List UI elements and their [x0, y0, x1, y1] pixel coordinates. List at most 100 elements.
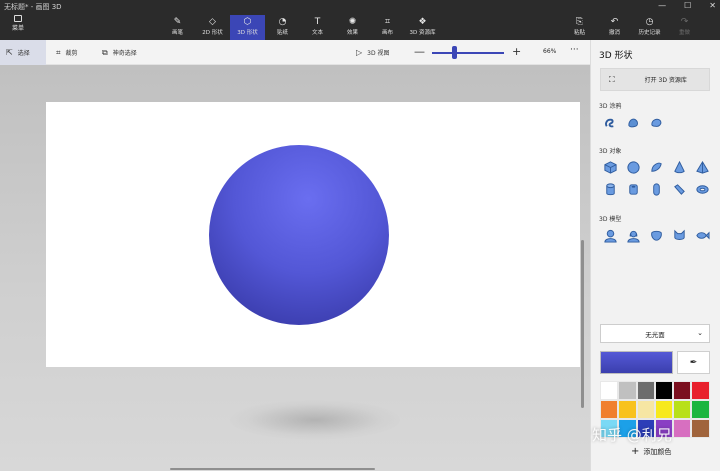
magic-select-icon: ⧉	[102, 47, 108, 57]
tool-stickers[interactable]: ◔ 贴纸	[265, 15, 300, 40]
sphere-shadow	[230, 400, 400, 440]
view-3d-label: 3D 视图	[367, 50, 390, 57]
material-dropdown[interactable]: 无光面 ⌄	[600, 324, 710, 343]
tube-doodle-icon[interactable]	[647, 113, 665, 131]
woman-model-icon[interactable]	[624, 226, 642, 244]
title-bar: 无标题* - 画图 3D — ☐ ✕ 菜单 ✎ 画笔 ◇ 2D 形状 ⬡ 3D …	[0, 0, 720, 40]
window-controls: — ☐ ✕	[658, 1, 716, 10]
cube-icon[interactable]	[601, 158, 619, 176]
menu-button[interactable]: 菜单	[6, 15, 30, 32]
color-swatch[interactable]	[654, 400, 674, 419]
sphere-icon[interactable]	[624, 158, 642, 176]
paste-icon: ⎘	[575, 17, 584, 27]
models-row	[601, 226, 711, 244]
color-swatch[interactable]	[600, 400, 619, 419]
minimize-button[interactable]: —	[658, 1, 666, 10]
soft-doodle-icon[interactable]	[624, 113, 642, 131]
color-swatch[interactable]	[618, 400, 637, 419]
menu-label: 菜单	[11, 25, 24, 32]
color-swatch[interactable]	[691, 400, 710, 419]
tool-3d-library[interactable]: ❖ 3D 资源库	[405, 15, 440, 40]
cone-icon[interactable]	[670, 158, 688, 176]
redo-icon: ↷	[680, 17, 689, 27]
add-color-button[interactable]: + 添加颜色	[631, 446, 671, 457]
objects-row-2	[601, 180, 711, 198]
tool-2d-shapes[interactable]: ◇ 2D 形状	[195, 15, 230, 40]
magic-select-button[interactable]: ⧉ 神奇选择	[96, 40, 143, 65]
open-3d-library-button[interactable]: ⛶ 打开 3D 资源库	[600, 68, 710, 91]
library-icon: ❖	[418, 17, 427, 27]
edit-toolbar: ⎘ 粘贴 ↶ 撤消 ◷ 历史记录 ↷ 重做	[562, 15, 702, 36]
color-swatch[interactable]	[673, 400, 692, 419]
color-swatch[interactable]	[673, 381, 692, 400]
color-swatch[interactable]	[636, 381, 655, 400]
select-button[interactable]: ⇱ 选择	[0, 40, 46, 65]
color-swatch[interactable]	[691, 419, 710, 438]
crop-button[interactable]: ⌗ 裁剪	[50, 40, 84, 65]
open-library-label: 打开 3D 资源库	[644, 77, 687, 84]
paste-button[interactable]: ⎘ 粘贴	[562, 15, 597, 36]
color-swatch[interactable]	[636, 400, 655, 419]
tool-label: 3D 资源库	[409, 30, 436, 36]
horizontal-scrollbar[interactable]	[170, 468, 375, 470]
tool-canvas[interactable]: ⌗ 画布	[370, 15, 405, 40]
vertical-scrollbar[interactable]	[581, 240, 584, 408]
objects-row-1	[601, 158, 711, 176]
fish-model-icon[interactable]	[693, 226, 711, 244]
view-3d-icon: ▷	[356, 48, 363, 57]
undo-label: 撤消	[608, 30, 620, 36]
objects-section-title: 3D 对象	[599, 148, 622, 155]
close-button[interactable]: ✕	[709, 1, 716, 10]
color-swatch[interactable]	[654, 381, 674, 400]
view-3d-button[interactable]: ▷ 3D 视图	[350, 40, 396, 65]
pyramid-icon[interactable]	[693, 158, 711, 176]
dog-model-icon[interactable]	[647, 226, 665, 244]
man-model-icon[interactable]	[601, 226, 619, 244]
tool-3d-shapes[interactable]: ⬡ 3D 形状	[230, 15, 265, 40]
shape-2d-icon: ◇	[209, 17, 216, 27]
current-color-swatch[interactable]	[600, 351, 673, 374]
3d-sphere-object[interactable]	[208, 144, 390, 326]
cursor-icon: ⇱	[6, 48, 13, 57]
donut-icon[interactable]	[693, 180, 711, 198]
hemisphere-icon[interactable]	[647, 158, 665, 176]
color-swatch[interactable]	[673, 419, 692, 438]
zoom-slider-thumb[interactable]	[452, 46, 457, 59]
redo-button[interactable]: ↷ 重做	[667, 15, 702, 36]
sticker-icon: ◔	[278, 17, 287, 27]
brush-icon: ✎	[173, 17, 182, 27]
zoom-slider-track[interactable]	[432, 52, 504, 54]
zoom-percentage: 66%	[543, 48, 557, 55]
shapes-panel: 3D 形状 ⛶ 打开 3D 资源库 3D 涂鸦 3D 对象 3D 模型 无光面 …	[590, 40, 720, 471]
history-button[interactable]: ◷ 历史记录	[632, 15, 667, 36]
bent-tube-icon[interactable]	[670, 180, 688, 198]
text-icon: T	[314, 17, 321, 27]
undo-button[interactable]: ↶ 撤消	[597, 15, 632, 36]
canvas-icon: ⌗	[384, 17, 391, 27]
capsule-icon[interactable]	[647, 180, 665, 198]
tool-label: 画布	[381, 30, 393, 36]
tool-label: 画笔	[171, 30, 183, 36]
maximize-button[interactable]: ☐	[684, 1, 691, 10]
sharp-doodle-icon[interactable]	[601, 113, 619, 131]
color-swatch[interactable]	[618, 381, 637, 400]
eyedropper-button[interactable]: ✒	[677, 351, 710, 374]
color-swatch[interactable]	[600, 381, 619, 400]
color-swatch[interactable]	[691, 381, 710, 400]
tool-text[interactable]: T 文本	[300, 15, 335, 40]
eyedropper-icon: ✒	[689, 357, 698, 368]
tool-brushes[interactable]: ✎ 画笔	[160, 15, 195, 40]
chevron-down-icon: ⌄	[697, 329, 703, 337]
watermark: 知乎 @利兄	[592, 426, 672, 444]
doodle-row	[601, 113, 665, 131]
tool-label: 2D 形状	[202, 30, 223, 36]
tube-icon[interactable]	[624, 180, 642, 198]
tool-effects[interactable]: ✺ 效果	[335, 15, 370, 40]
cat-model-icon[interactable]	[670, 226, 688, 244]
zoom-in-button[interactable]: +	[512, 45, 521, 58]
magic-select-label: 神奇选择	[112, 50, 137, 57]
history-icon: ◷	[645, 17, 654, 27]
cylinder-icon[interactable]	[601, 180, 619, 198]
more-options-button[interactable]: ···	[570, 45, 579, 55]
zoom-out-button[interactable]: —	[414, 45, 425, 58]
